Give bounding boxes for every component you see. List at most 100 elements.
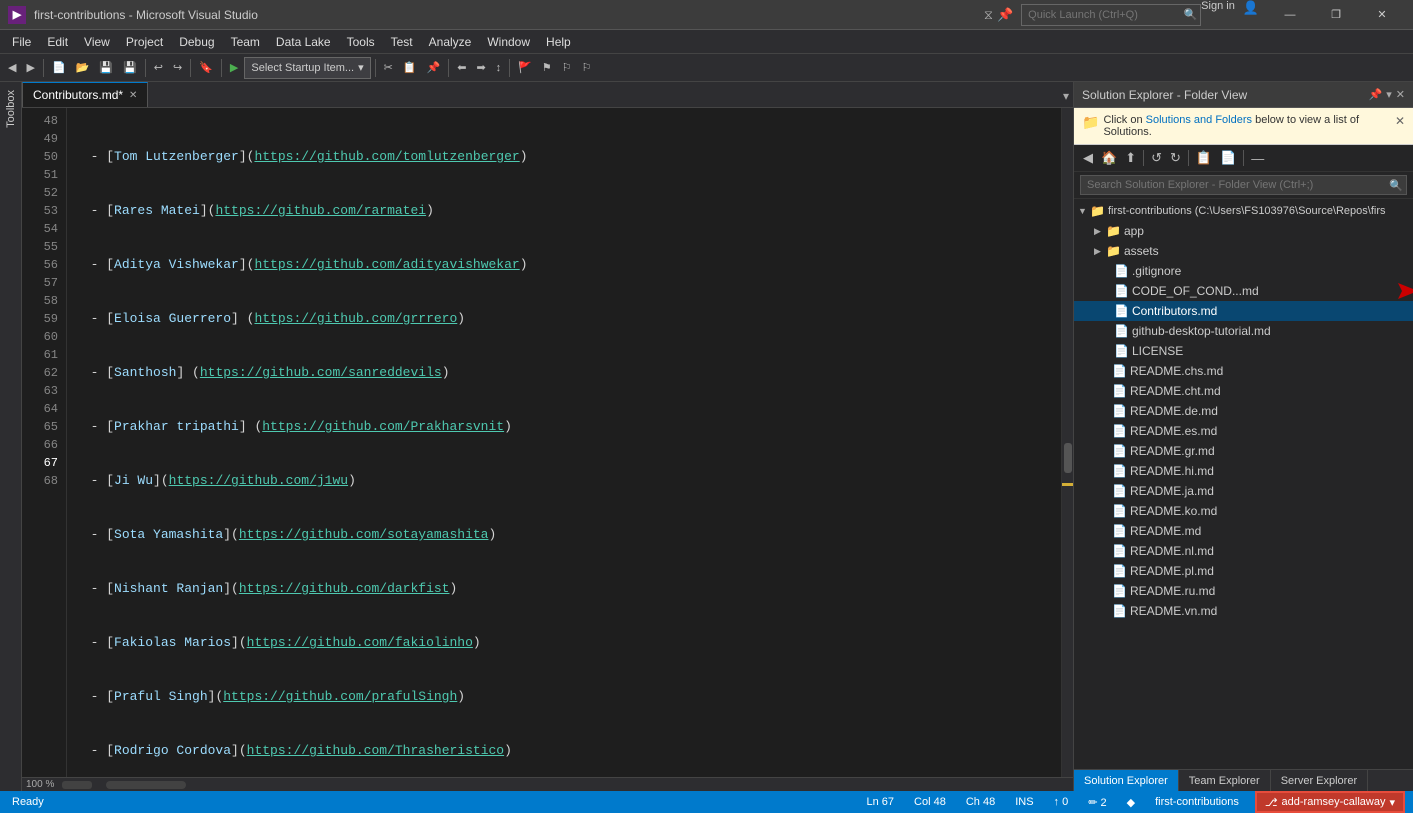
menu-analyze[interactable]: Analyze: [421, 30, 480, 54]
menu-window[interactable]: Window: [479, 30, 538, 54]
se-tb-copy-btn[interactable]: 📋: [1193, 148, 1215, 168]
status-ready[interactable]: Ready: [8, 791, 48, 813]
tree-item-readme-ru[interactable]: 📄 README.ru.md: [1074, 581, 1413, 601]
tree-app-expand[interactable]: ▶: [1094, 226, 1104, 237]
se-tb-minus-btn[interactable]: —: [1248, 149, 1267, 168]
minimize-button[interactable]: —: [1267, 0, 1313, 30]
status-branch-badge[interactable]: ⎇ add-ramsey-callaway ▾: [1255, 791, 1405, 813]
status-ins[interactable]: INS: [1011, 791, 1037, 813]
menu-help[interactable]: Help: [538, 30, 579, 54]
se-tab-solution-explorer[interactable]: Solution Explorer: [1074, 770, 1179, 791]
startup-selector[interactable]: Select Startup Item... ▾: [244, 57, 370, 79]
toolbar-fwd-btn[interactable]: ▶: [22, 56, 38, 80]
menu-project[interactable]: Project: [118, 30, 171, 54]
quick-launch-input[interactable]: [1021, 4, 1201, 26]
se-tb-refresh2-btn[interactable]: ↻: [1167, 148, 1184, 168]
se-banner-close-btn[interactable]: ✕: [1395, 114, 1405, 128]
se-tb-up-btn[interactable]: ⬆: [1122, 148, 1139, 168]
tree-item-readme-cht[interactable]: 📄 README.cht.md: [1074, 381, 1413, 401]
toolbar-copy-btn[interactable]: 📋: [399, 56, 421, 80]
tree-item-readme-ko[interactable]: 📄 README.ko.md: [1074, 501, 1413, 521]
status-col[interactable]: Col 48: [910, 791, 950, 813]
menu-tools[interactable]: Tools: [339, 30, 383, 54]
status-project[interactable]: first-contributions: [1151, 791, 1243, 813]
toolbar-navback-btn[interactable]: ⬅: [453, 56, 470, 80]
tree-item-app[interactable]: ▶ 📁 app: [1074, 221, 1413, 241]
menu-debug[interactable]: Debug: [171, 30, 222, 54]
menu-view[interactable]: View: [76, 30, 118, 54]
menu-edit[interactable]: Edit: [39, 30, 76, 54]
close-button[interactable]: ✕: [1359, 0, 1405, 30]
toolbox-label[interactable]: Toolbox: [3, 86, 19, 132]
tree-item-readme-es[interactable]: 📄 README.es.md: [1074, 421, 1413, 441]
tree-item-readme-pl[interactable]: 📄 README.pl.md: [1074, 561, 1413, 581]
menu-team[interactable]: Team: [223, 30, 268, 54]
toolbar-back-btn[interactable]: ◀: [4, 56, 20, 80]
toolbar-cut-btn[interactable]: ✂: [380, 56, 397, 80]
code-content[interactable]: - [Tom Lutzenberger](https://github.com/…: [67, 108, 1061, 777]
tree-item-license[interactable]: ▶ 📄 LICENSE: [1074, 341, 1413, 361]
tree-item-readme-gr[interactable]: 📄 README.gr.md: [1074, 441, 1413, 461]
toolbar-save-btn[interactable]: 💾: [95, 56, 117, 80]
menu-datalake[interactable]: Data Lake: [268, 30, 339, 54]
toolbar-navfwd-btn[interactable]: ➡: [472, 56, 489, 80]
se-tb-back-btn[interactable]: ◀: [1080, 148, 1096, 168]
tree-item-readme-de[interactable]: 📄 README.de.md: [1074, 401, 1413, 421]
tab-scroll-btn[interactable]: ▾: [1059, 85, 1073, 107]
toolbar-undo-btn[interactable]: ↩: [150, 56, 167, 80]
status-ln[interactable]: Ln 67: [863, 791, 899, 813]
tree-root[interactable]: ▼ 📁 first-contributions (C:\Users\FS1039…: [1074, 201, 1413, 221]
menu-test[interactable]: Test: [383, 30, 421, 54]
tree-item-readme-nl[interactable]: 📄 README.nl.md: [1074, 541, 1413, 561]
tree-item-assets[interactable]: ▶ 📁 assets: [1074, 241, 1413, 261]
toolbar-open-btn[interactable]: 📂: [72, 56, 94, 80]
se-tab-server-explorer[interactable]: Server Explorer: [1271, 770, 1368, 791]
tree-item-readme-vn[interactable]: 📄 README.vn.md: [1074, 601, 1413, 621]
tree-item-contributors[interactable]: ▶ 📄 Contributors.md: [1074, 301, 1413, 321]
se-pin-icon[interactable]: 📌: [1369, 88, 1383, 101]
zoom-select[interactable]: [62, 781, 92, 789]
se-tb-copy2-btn[interactable]: 📄: [1217, 148, 1239, 168]
toolbar-redo-btn[interactable]: ↪: [169, 56, 186, 80]
status-pencil[interactable]: ✏ 2: [1084, 791, 1110, 813]
tree-readme-hi-icon: 📄: [1112, 464, 1127, 478]
tree-assets-expand[interactable]: ▶: [1094, 246, 1104, 257]
se-tb-refresh-btn[interactable]: ↺: [1148, 148, 1165, 168]
se-tab-team-explorer[interactable]: Team Explorer: [1179, 770, 1271, 791]
toolbar-play-btn[interactable]: ▶: [226, 56, 242, 80]
status-ch[interactable]: Ch 48: [962, 791, 999, 813]
toolbar-flag-btn[interactable]: 🚩: [514, 56, 536, 80]
menu-file[interactable]: File: [4, 30, 39, 54]
h-scrollbar[interactable]: 100 %: [22, 777, 1073, 791]
toolbar-new-btn[interactable]: 📄: [48, 56, 70, 80]
maximize-button[interactable]: ❐: [1313, 0, 1359, 30]
se-search-input[interactable]: [1080, 175, 1407, 195]
editor-tab-contributors[interactable]: Contributors.md* ✕: [22, 82, 148, 107]
se-close-icon[interactable]: ✕: [1396, 88, 1405, 101]
tree-item-readme-ja[interactable]: 📄 README.ja.md: [1074, 481, 1413, 501]
tab-close-icon[interactable]: ✕: [129, 90, 137, 101]
toolbar-paste-btn[interactable]: 📌: [423, 56, 445, 80]
tree-item-readme-hi[interactable]: 📄 README.hi.md: [1074, 461, 1413, 481]
status-up[interactable]: ↑ 0: [1050, 791, 1073, 813]
hscroll-thumb[interactable]: [106, 781, 186, 789]
toolbar-bookmark-btn[interactable]: 🔖: [195, 56, 217, 80]
tree-item-coc[interactable]: ▶ 📄 CODE_OF_COND...md: [1074, 281, 1413, 301]
tree-item-gdt[interactable]: ▶ 📄 github-desktop-tutorial.md: [1074, 321, 1413, 341]
se-tb-home-btn[interactable]: 🏠: [1098, 148, 1120, 168]
tree-item-gitignore[interactable]: ▶ 📄 .gitignore: [1074, 261, 1413, 281]
tree-item-readme-md[interactable]: 📄 README.md: [1074, 521, 1413, 541]
code-line-56: - [Nishant Ranjan](https://github.com/da…: [75, 580, 1061, 598]
toolbar-flag4-btn[interactable]: ⚐: [578, 56, 596, 80]
code-editor[interactable]: 48 49 50 51 52 53 54 55 56 57 58 59 60 6…: [22, 108, 1073, 777]
editor-vscrollbar[interactable]: [1061, 108, 1073, 777]
toolbar-flag3-btn[interactable]: ⚐: [558, 56, 576, 80]
toolbar-flag2-btn[interactable]: ⚑: [538, 56, 556, 80]
vscroll-thumb[interactable]: [1064, 443, 1072, 473]
sign-in-label[interactable]: Sign in: [1201, 0, 1235, 30]
tree-item-readme-chs[interactable]: 📄 README.chs.md: [1074, 361, 1413, 381]
se-dropdown-icon[interactable]: ▾: [1386, 88, 1392, 101]
tree-root-expand[interactable]: ▼: [1078, 206, 1088, 216]
toolbar-saveall-btn[interactable]: 💾: [119, 56, 141, 80]
toolbar-nav3-btn[interactable]: ↕: [492, 56, 506, 80]
